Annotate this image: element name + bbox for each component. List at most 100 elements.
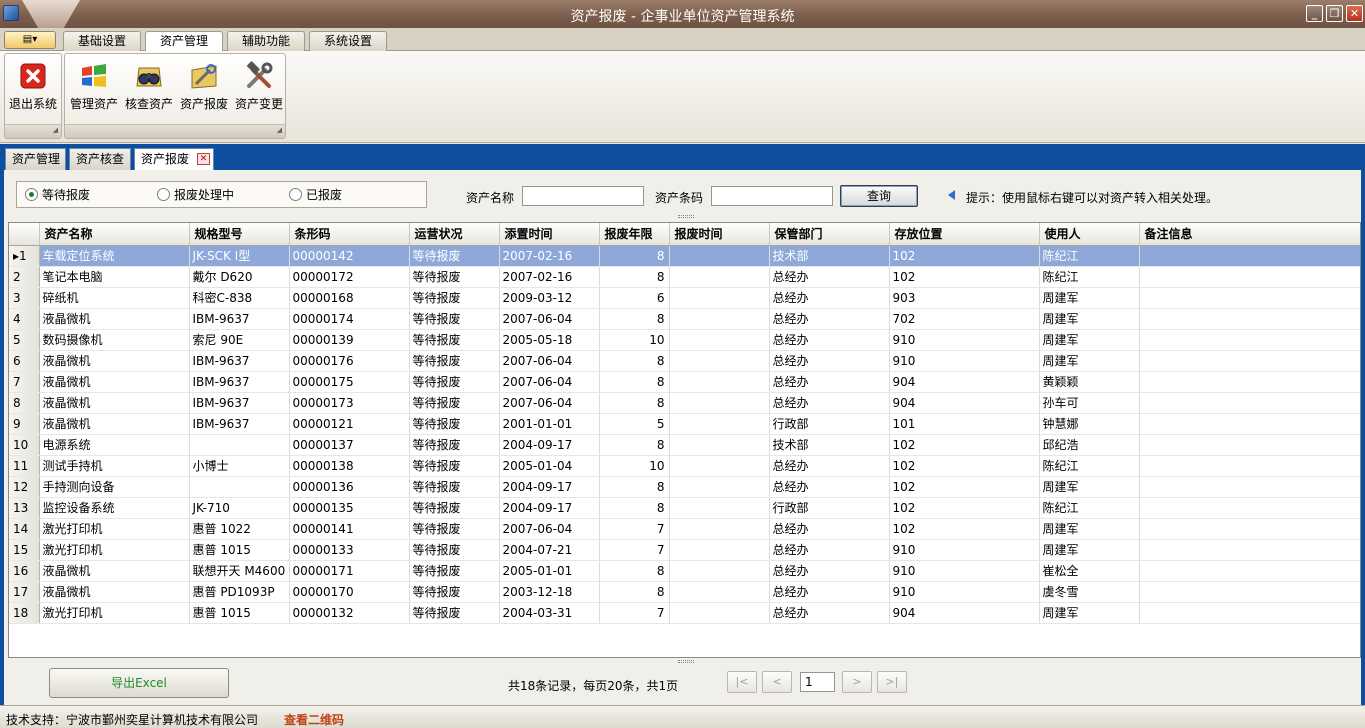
table-cell[interactable]: 等待报废	[409, 329, 500, 351]
table-cell[interactable]: 00000168	[289, 287, 410, 309]
view-qr-code-link[interactable]: 查看二维码	[284, 711, 344, 728]
table-cell[interactable]	[1139, 329, 1360, 351]
table-cell[interactable]: 00000173	[289, 392, 410, 414]
table-cell[interactable]: 8	[599, 392, 670, 414]
table-cell[interactable]: 2004-07-21	[499, 539, 600, 561]
table-cell[interactable]: 惠普 1022	[189, 518, 290, 540]
table-row[interactable]: 2 笔记本电脑 戴尔 D620 00000172 等待报废 2007-02-16 8 总经办 1…	[9, 266, 1360, 288]
table-cell[interactable]: 等待报废	[409, 476, 500, 498]
column-header[interactable]: 保管部门	[769, 223, 890, 246]
minimize-button[interactable]: _	[1306, 5, 1323, 22]
table-cell[interactable]: 周建军	[1039, 476, 1140, 498]
table-cell[interactable]: 00000136	[289, 476, 410, 498]
manage-assets-button[interactable]: 管理资产	[66, 58, 122, 116]
next-page-button[interactable]: >	[842, 671, 872, 693]
table-cell[interactable]: 102	[889, 434, 1040, 456]
table-cell[interactable]: 总经办	[769, 371, 890, 393]
prev-page-button[interactable]: <	[762, 671, 792, 693]
column-header[interactable]: 规格型号	[189, 223, 290, 246]
table-cell[interactable]: 702	[889, 308, 1040, 330]
table-cell[interactable]: 2004-09-17	[499, 434, 600, 456]
table-cell[interactable]: 激光打印机	[39, 602, 190, 624]
table-cell[interactable]: 周建军	[1039, 539, 1140, 561]
table-cell[interactable]: 总经办	[769, 308, 890, 330]
table-cell[interactable]: 索尼 90E	[189, 329, 290, 351]
table-cell[interactable]	[669, 287, 770, 309]
table-cell[interactable]: 2003-12-18	[499, 581, 600, 603]
table-cell[interactable]: 科密C-838	[189, 287, 290, 309]
table-cell[interactable]	[1139, 602, 1360, 624]
table-cell[interactable]: 2005-01-01	[499, 560, 600, 582]
row-number-cell[interactable]: 14	[9, 518, 40, 540]
table-cell[interactable]: 903	[889, 287, 1040, 309]
table-cell[interactable]: 行政部	[769, 413, 890, 435]
table-cell[interactable]: 102	[889, 266, 1040, 288]
table-cell[interactable]: 联想开天 M4600	[189, 560, 290, 582]
table-cell[interactable]: 2007-06-04	[499, 308, 600, 330]
table-cell[interactable]: 等待报废	[409, 413, 500, 435]
table-cell[interactable]: 周建军	[1039, 329, 1140, 351]
table-cell[interactable]: 孙车可	[1039, 392, 1140, 414]
table-cell[interactable]: 910	[889, 560, 1040, 582]
table-cell[interactable]: 8	[599, 350, 670, 372]
table-row[interactable]: 17 液晶微机 惠普 PD1093P 00000170 等待报废 2003-12-18 8 总…	[9, 581, 1360, 603]
table-cell[interactable]: 8	[599, 266, 670, 288]
asset-name-input[interactable]	[522, 186, 644, 206]
column-header[interactable]: 报废时间	[669, 223, 770, 246]
table-cell[interactable]: 等待报废	[409, 497, 500, 519]
table-cell[interactable]: 8	[599, 308, 670, 330]
table-row[interactable]: 4 液晶微机 IBM-9637 00000174 等待报废 2007-06-04 8 总经办 7…	[9, 308, 1360, 330]
row-number-cell[interactable]: 16	[9, 560, 40, 582]
row-number-cell[interactable]: 5	[9, 329, 40, 351]
table-cell[interactable]	[669, 392, 770, 414]
table-cell[interactable]: 数码摄像机	[39, 329, 190, 351]
table-cell[interactable]	[669, 371, 770, 393]
table-cell[interactable]: 惠普 1015	[189, 539, 290, 561]
table-cell[interactable]: 总经办	[769, 476, 890, 498]
table-row[interactable]: 3 碎纸机 科密C-838 00000168 等待报废 2009-03-12 6 总经办 903…	[9, 287, 1360, 309]
table-cell[interactable]	[669, 581, 770, 603]
table-cell[interactable]: 总经办	[769, 392, 890, 414]
export-excel-button[interactable]: 导出Excel	[49, 668, 229, 698]
column-header[interactable]: 报废年限	[599, 223, 670, 246]
table-cell[interactable]: 电源系统	[39, 434, 190, 456]
table-cell[interactable]: 陈纪江	[1039, 497, 1140, 519]
table-cell[interactable]: 00000174	[289, 308, 410, 330]
table-cell[interactable]: 等待报废	[409, 539, 500, 561]
table-cell[interactable]: 液晶微机	[39, 350, 190, 372]
table-cell[interactable]: 00000138	[289, 455, 410, 477]
column-header[interactable]: 添置时间	[499, 223, 600, 246]
table-cell[interactable]: 总经办	[769, 581, 890, 603]
table-cell[interactable]	[1139, 413, 1360, 435]
table-cell[interactable]: 等待报废	[409, 350, 500, 372]
table-cell[interactable]: 2004-03-31	[499, 602, 600, 624]
exit-system-button[interactable]: 退出系统	[5, 58, 61, 116]
table-cell[interactable]: 黄颖颖	[1039, 371, 1140, 393]
table-row[interactable]: 9 液晶微机 IBM-9637 00000121 等待报废 2001-01-01 5 行政部 1…	[9, 413, 1360, 435]
column-header[interactable]: 存放位置	[889, 223, 1040, 246]
table-cell[interactable]: 2004-09-17	[499, 476, 600, 498]
splitter-grip[interactable]	[678, 215, 694, 218]
table-cell[interactable]	[1139, 392, 1360, 414]
group-launcher[interactable]	[65, 124, 285, 138]
table-cell[interactable]: 钟慧娜	[1039, 413, 1140, 435]
table-cell[interactable]: 等待报废	[409, 245, 500, 267]
column-header[interactable]: 运营状况	[409, 223, 500, 246]
table-cell[interactable]: 8	[599, 434, 670, 456]
table-row[interactable]: 8 液晶微机 IBM-9637 00000173 等待报废 2007-06-04 8 总经办 9…	[9, 392, 1360, 414]
table-cell[interactable]: 8	[599, 371, 670, 393]
table-cell[interactable]: 周建军	[1039, 308, 1140, 330]
change-assets-button[interactable]: 资产变更	[231, 58, 287, 116]
table-cell[interactable]: 910	[889, 350, 1040, 372]
table-row[interactable]: 11 测试手持机 小博士 00000138 等待报废 2005-01-04 10 总经办 102…	[9, 455, 1360, 477]
table-cell[interactable]: IBM-9637	[189, 392, 290, 414]
table-cell[interactable]	[669, 560, 770, 582]
table-cell[interactable]: IBM-9637	[189, 308, 290, 330]
table-cell[interactable]: 等待报废	[409, 392, 500, 414]
table-cell[interactable]	[1139, 455, 1360, 477]
table-cell[interactable]: 测试手持机	[39, 455, 190, 477]
table-cell[interactable]: 904	[889, 371, 1040, 393]
table-cell[interactable]: 笔记本电脑	[39, 266, 190, 288]
table-row[interactable]: 18 激光打印机 惠普 1015 00000132 等待报废 2004-03-31 7 总经办…	[9, 602, 1360, 624]
table-cell[interactable]: 等待报废	[409, 434, 500, 456]
